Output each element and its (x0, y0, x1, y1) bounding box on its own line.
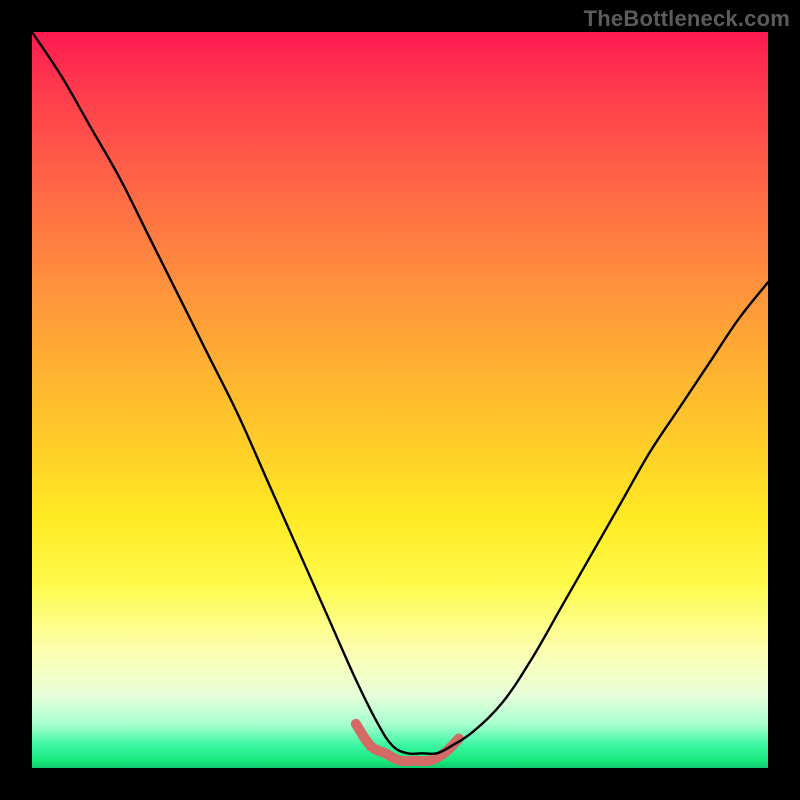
curve-layer (32, 32, 768, 768)
main-curve (32, 32, 768, 754)
chart-frame: TheBottleneck.com (0, 0, 800, 800)
accent-bottom-arc (356, 724, 459, 761)
watermark-text: TheBottleneck.com (584, 6, 790, 32)
plot-area (32, 32, 768, 768)
